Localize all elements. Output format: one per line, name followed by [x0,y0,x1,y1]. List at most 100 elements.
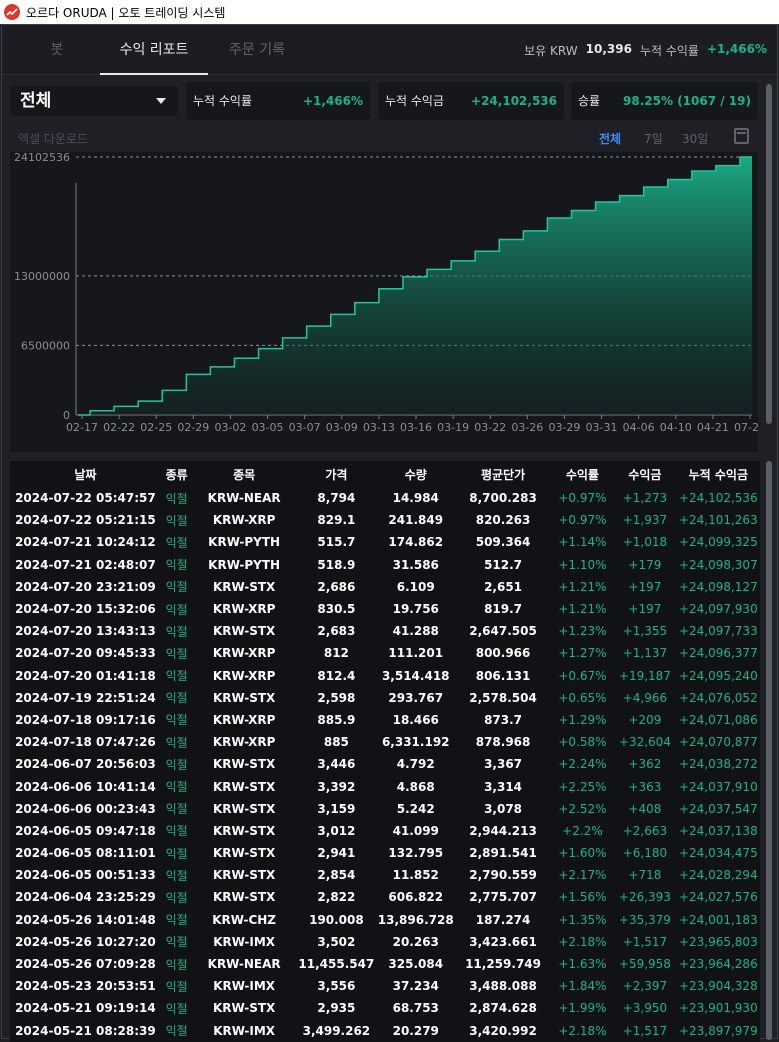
col-market[interactable]: 종목 [193,466,296,483]
range-all-button[interactable]: 전체 [599,130,621,147]
col-avg-price[interactable]: 평균단가 [454,466,551,483]
tab-profit-report[interactable]: 수익 리포트 [100,25,208,75]
table-row[interactable]: 2024-06-05 08:11:01 익절 KRW-STX 2,941 132.795… [10,842,760,864]
table-row[interactable]: 2024-06-07 20:56:03 익절 KRW-STX 3,446 4.792 3,… [10,753,760,775]
table-row[interactable]: 2024-07-22 05:47:57 익절 KRW-NEAR 8,794 14.984… [10,487,760,509]
cell-qty: 20.279 [392,1023,439,1038]
cell-profit: +1,018 [622,535,668,550]
table-row[interactable]: 2024-05-21 08:28:39 익절 KRW-IMX 3,499.262 20.… [10,1020,760,1042]
col-qty[interactable]: 수량 [377,466,454,483]
tab-order-history[interactable]: 주문 기록 [212,25,302,75]
table-row[interactable]: 2024-06-05 09:47:18 익절 KRW-STX 3,012 41.099 2… [10,820,760,842]
table-row[interactable]: 2024-07-18 09:17:16 익절 KRW-XRP 885.9 18.466 8… [10,709,760,731]
cell-cum-profit: +24,098,127 [678,579,758,594]
cell-avg-price: 11,259.749 [465,957,541,972]
cell-profit: +718 [628,868,662,883]
card-label: 누적 수익금 [385,94,445,108]
col-profit[interactable]: 수익금 [613,466,676,483]
cell-type: 익절 [165,1024,188,1039]
cell-qty: 293.767 [388,690,444,705]
cell-market: KRW-STX [212,846,276,861]
cell-qty: 4.868 [396,779,435,794]
table-row[interactable]: 2024-06-06 00:23:43 익절 KRW-STX 3,159 5.242 3,… [10,798,760,820]
profit-area [78,157,752,415]
period-select-value: 전체 [20,91,52,111]
table-row[interactable]: 2024-06-05 00:51:33 익절 KRW-STX 2,854 11.852 2… [10,864,760,886]
cell-market: KRW-STX [212,757,276,772]
cell-price: 2,822 [317,890,356,905]
table-row[interactable]: 2024-07-22 05:21:15 익절 KRW-XRP 829.1 241.849… [10,509,760,531]
cell-qty: 6.109 [396,579,435,594]
tab-bot[interactable]: 봇 [32,25,82,75]
cell-price: 2,686 [317,579,356,594]
table-row[interactable]: 2024-07-21 10:24:12 익절 KRW-PYTH 515.7 174.86… [10,531,760,553]
cell-profit: +209 [628,712,662,727]
cell-market: KRW-IMX [213,934,276,949]
table-scrollbar[interactable] [764,461,774,1040]
cell-type: 익절 [165,890,188,905]
card-value: +1,466% [302,94,363,108]
cell-qty: 174.862 [388,535,444,550]
cell-rate: +1.99% [558,1001,607,1016]
cell-qty: 13,896.728 [377,912,454,927]
cell-price: 3,446 [317,757,356,772]
cell-type: 익절 [165,691,188,706]
table-row[interactable]: 2024-05-21 09:19:14 익절 KRW-STX 2,935 68.753 2… [10,997,760,1019]
cell-date: 2024-07-20 01:41:18 [15,668,156,683]
excel-download-button[interactable]: 엑셀 다운로드 [18,130,88,147]
calendar-icon[interactable] [734,128,749,144]
table-row[interactable]: 2024-07-20 01:41:18 익절 KRW-XRP 812.4 3,514.4… [10,665,760,687]
scrollbar-thumb[interactable] [766,84,772,424]
cell-rate: +0.67% [558,668,607,683]
cell-type: 익절 [165,602,188,617]
table-row[interactable]: 2024-07-20 13:43:13 익절 KRW-STX 2,683 41.288 2… [10,620,760,642]
cell-rate: +2.24% [558,757,607,772]
col-cum-profit[interactable]: 누적 수익금 [677,466,760,483]
period-select[interactable]: 전체 [10,86,178,116]
x-tick-label: 04-06 [623,421,655,434]
col-date[interactable]: 날짜 [10,466,161,483]
page-scrollbar[interactable] [764,84,774,424]
table-row[interactable]: 2024-05-26 10:27:20 익절 KRW-IMX 3,502 20.263 3… [10,931,760,953]
table-row[interactable]: 2024-06-06 10:41:14 익절 KRW-STX 3,392 4.868 3,… [10,775,760,797]
cell-avg-price: 187.274 [475,912,531,927]
range-30d-button[interactable]: 30일 [682,130,708,147]
cell-market: KRW-NEAR [207,957,281,972]
cell-price: 812 [323,646,349,661]
col-rate[interactable]: 수익률 [552,466,614,483]
cell-rate: +1.27% [558,646,607,661]
cell-price: 829.1 [317,513,356,528]
table-row[interactable]: 2024-07-20 23:21:09 익절 KRW-STX 2,686 6.109 2,… [10,576,760,598]
table-row[interactable]: 2024-07-20 09:45:33 익절 KRW-XRP 812 111.201 80… [10,642,760,664]
cell-type: 익절 [165,979,188,994]
cell-type: 익절 [165,735,188,750]
table-row[interactable]: 2024-07-18 07:47:26 익절 KRW-XRP 885 6,331.192… [10,731,760,753]
x-tick-label: 03-22 [474,421,506,434]
cell-avg-price: 8,700.283 [469,491,537,506]
table-row[interactable]: 2024-05-26 07:09:28 익절 KRW-NEAR 11,455.547 3… [10,953,760,975]
cell-type: 익절 [165,1001,188,1016]
table-row[interactable]: 2024-07-20 15:32:06 익절 KRW-XRP 830.5 19.756 8… [10,598,760,620]
cell-avg-price: 2,944.213 [469,823,537,838]
col-type[interactable]: 종류 [161,466,193,483]
cell-type: 익절 [165,535,188,550]
col-price[interactable]: 가격 [296,466,377,483]
cell-cum-profit: +24,070,877 [678,735,758,750]
table-row[interactable]: 2024-05-26 14:01:48 익절 KRW-CHZ 190.008 13,89… [10,909,760,931]
cell-market: KRW-XRP [212,513,276,528]
cell-rate: +1.23% [558,624,607,639]
cell-rate: +1.21% [558,602,607,617]
scrollbar-thumb[interactable] [766,461,772,1040]
table-row[interactable]: 2024-06-04 23:25:29 익절 KRW-STX 2,822 606.822… [10,886,760,908]
range-7d-button[interactable]: 7일 [644,130,663,147]
cell-profit: +2,397 [622,979,668,994]
table-row[interactable]: 2024-07-21 02:48:07 익절 KRW-PYTH 518.9 31.586… [10,554,760,576]
table-row[interactable]: 2024-07-19 22:51:24 익절 KRW-STX 2,598 293.767… [10,687,760,709]
cell-rate: +0.65% [558,690,607,705]
x-tick-label: 03-13 [363,421,395,434]
table-row[interactable]: 2024-05-23 20:53:51 익절 KRW-IMX 3,556 37.234 3… [10,975,760,997]
cell-market: KRW-STX [212,823,276,838]
cell-type: 익절 [165,558,188,573]
cell-rate: +1.60% [558,846,607,861]
cell-qty: 41.099 [392,823,439,838]
